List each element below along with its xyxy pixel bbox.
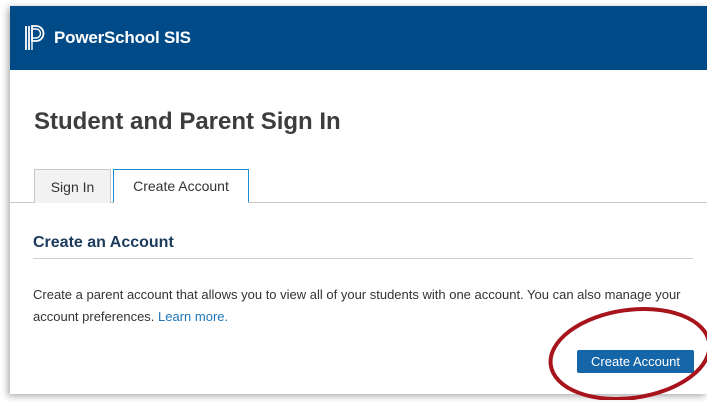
- tab-create-account[interactable]: Create Account: [113, 169, 249, 203]
- tab-label: Create Account: [133, 178, 229, 194]
- app-header: PowerSchool SIS: [10, 6, 707, 70]
- tab-label: Sign In: [50, 178, 95, 195]
- browser-frame: PowerSchool SIS Student and Parent Sign …: [10, 6, 707, 394]
- section-divider: [33, 258, 693, 259]
- description-text: Create a parent account that allows you …: [33, 287, 681, 324]
- powerschool-logo-icon: [25, 25, 45, 50]
- learn-more-link[interactable]: Learn more.: [158, 309, 228, 324]
- section-description: Create a parent account that allows you …: [33, 284, 701, 328]
- tab-sign-in[interactable]: Sign In: [34, 169, 111, 203]
- app-title: PowerSchool SIS: [54, 28, 191, 47]
- page-title: Student and Parent Sign In: [34, 108, 341, 135]
- create-account-button[interactable]: Create Account: [577, 350, 694, 373]
- section-title: Create an Account: [33, 234, 174, 251]
